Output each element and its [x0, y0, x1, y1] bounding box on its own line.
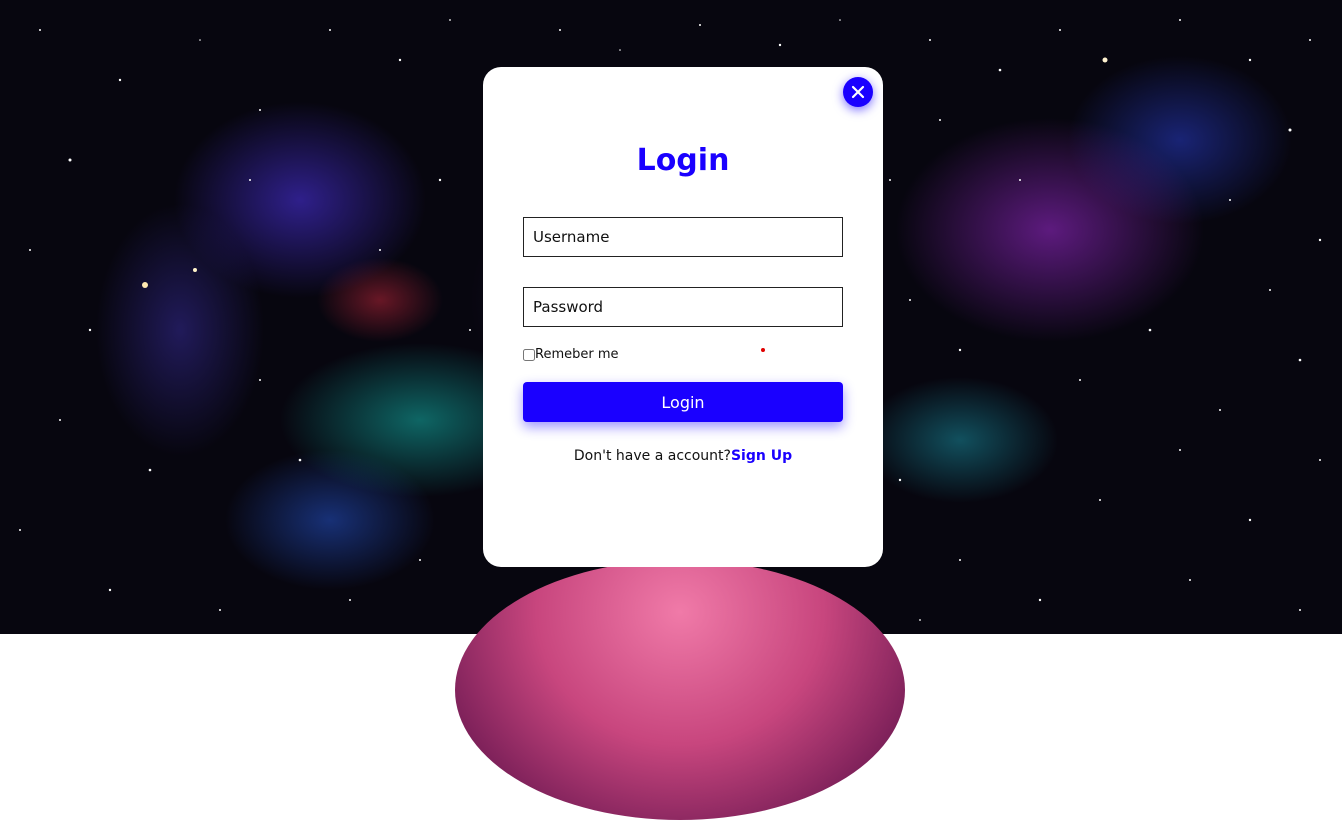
remember-me-label: Remeber me [535, 347, 619, 362]
remember-me-checkbox[interactable] [523, 348, 535, 361]
planet-illustration [455, 560, 905, 820]
signup-link[interactable]: Sign Up [731, 448, 792, 464]
username-input[interactable] [523, 217, 843, 257]
signup-prompt: Don't have a account?Sign Up [483, 448, 883, 464]
page-title: Login [636, 143, 730, 178]
red-dot-marker [761, 348, 765, 352]
remember-me-row[interactable]: Remeber me [523, 347, 619, 362]
close-icon [851, 85, 865, 99]
close-button[interactable] [843, 77, 873, 107]
no-account-text: Don't have a account? [573, 448, 731, 464]
password-input[interactable] [523, 287, 843, 327]
login-card: Login Remeber me Login Don't have a acco… [483, 67, 883, 567]
login-button[interactable]: Login [523, 382, 843, 422]
